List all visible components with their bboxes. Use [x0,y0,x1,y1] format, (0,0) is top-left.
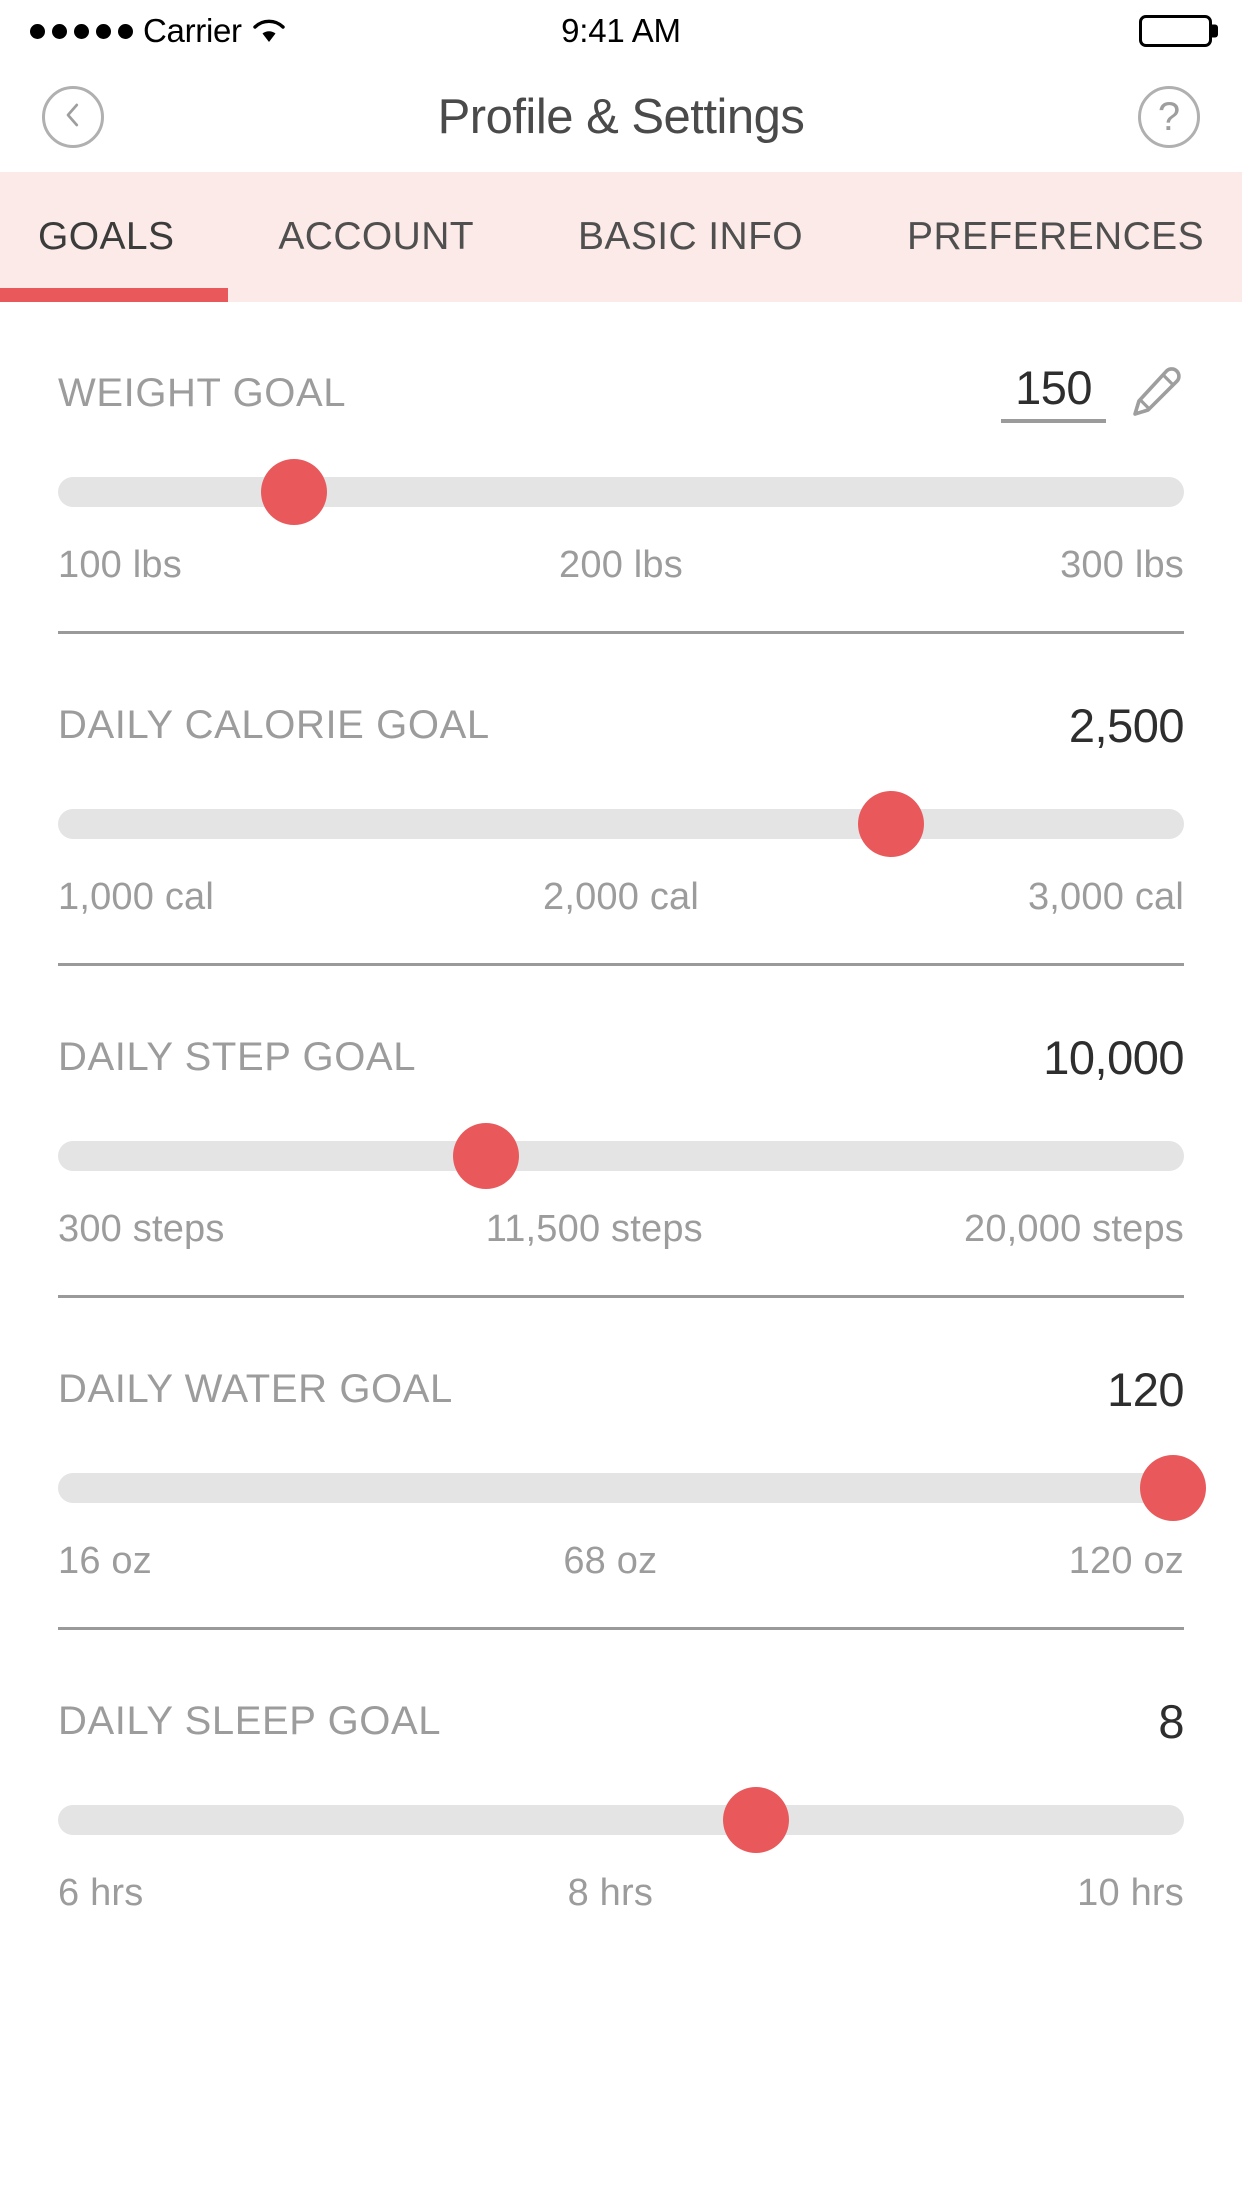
slider-scale-label: 200 lbs [559,544,683,586]
slider-track[interactable] [58,1473,1184,1503]
page-title: Profile & Settings [437,90,805,144]
goal-value-input[interactable]: 150 [1001,364,1106,423]
goal-slider[interactable] [58,1123,1184,1189]
goal-value: 8 [1158,1694,1184,1748]
slider-scale-label: 3,000 cal [1027,876,1184,918]
status-time: 9:41 AM [561,12,681,49]
goal-slider[interactable] [58,459,1184,525]
back-button[interactable] [42,86,104,148]
goal-row: DAILY STEP GOAL 10,000 300 steps 11,500 ste… [0,966,1242,1298]
goal-label: WEIGHT GOAL [58,370,347,415]
slider-scale-label: 6 hrs [58,1872,144,1914]
goal-slider[interactable] [58,1455,1206,1521]
slider-scale-label: 120 oz [1068,1540,1184,1582]
goal-label: DAILY CALORIE GOAL [58,702,490,747]
slider-track[interactable] [58,1141,1184,1171]
slider-scale-label: 1,000 cal [58,876,215,918]
goal-slider[interactable] [58,791,1184,857]
goal-value-group: 8 [1158,1694,1184,1749]
slider-scale: 6 hrs 8 hrs 10 hrs [58,1872,1184,1915]
slider-thumb[interactable] [261,459,328,525]
goal-value: 2,500 [1068,698,1185,752]
tab-account[interactable]: ACCOUNT [278,215,474,259]
goal-row: DAILY CALORIE GOAL 2,500 1,000 cal 2,000 ca… [0,634,1242,966]
slider-track[interactable] [58,1805,1184,1835]
slider-scale-label: 300 lbs [1060,544,1184,586]
slider-scale-label: 300 steps [58,1208,225,1250]
tab-basic-info[interactable]: BASIC INFO [578,215,803,259]
slider-thumb[interactable] [858,791,925,857]
goal-value: 10,000 [1043,1030,1184,1084]
goal-row: DAILY SLEEP GOAL 8 6 hrs 8 hrs 10 hrs [0,1630,1242,1915]
goal-row: WEIGHT GOAL 150 100 lbs 200 lbs 300 lbs [0,302,1242,634]
slider-thumb[interactable] [452,1123,519,1189]
slider-scale: 300 steps 11,500 steps 20,000 steps [58,1208,1184,1251]
goal-value-group: 10,000 [1043,1030,1184,1085]
goal-value-group: 2,500 [1068,698,1185,753]
slider-scale-label: 8 hrs [567,1872,654,1914]
slider-scale-label: 10 hrs [1077,1872,1184,1914]
slider-scale: 1,000 cal 2,000 cal 3,000 cal [58,876,1184,919]
nav-bar: Profile & Settings ? [0,62,1242,172]
active-tab-indicator [0,288,228,302]
help-button[interactable]: ? [1138,86,1200,148]
slider-track[interactable] [58,809,1184,839]
slider-scale-label: 16 oz [58,1540,152,1582]
goal-header: DAILY CALORIE GOAL 2,500 [58,692,1185,758]
slider-scale-label: 68 oz [563,1540,658,1582]
slider-track[interactable] [58,477,1184,507]
goal-value-group: 150 [1001,364,1184,423]
tab-goals[interactable]: GOALS [38,215,174,259]
question-mark-icon: ? [1157,95,1181,139]
tab-bar: GOALS ACCOUNT BASIC INFO PREFERENCES [0,172,1242,302]
battery-full-icon [1139,15,1218,47]
slider-scale-label: 2,000 cal [542,876,700,918]
chevron-left-icon [58,100,88,135]
status-bar-right [1139,15,1218,47]
status-bar: Carrier 9:41 AM [0,0,1242,62]
slider-scale: 100 lbs 200 lbs 300 lbs [58,544,1184,587]
goal-header: DAILY STEP GOAL 10,000 [58,1024,1184,1090]
goal-label: DAILY STEP GOAL [58,1034,417,1079]
slider-scale-label: 11,500 steps [485,1208,703,1250]
goal-value-group: 120 [1107,1362,1184,1417]
pencil-icon[interactable] [1128,365,1184,421]
goal-label: DAILY SLEEP GOAL [58,1698,442,1743]
slider-scale: 16 oz 68 oz 120 oz [58,1540,1184,1583]
goal-header: DAILY SLEEP GOAL 8 [58,1688,1184,1754]
slider-scale-label: 100 lbs [58,544,182,586]
tab-preferences[interactable]: PREFERENCES [907,215,1204,259]
goal-header: DAILY WATER GOAL 120 [58,1356,1184,1422]
goal-label: DAILY WATER GOAL [58,1366,453,1411]
goals-list: WEIGHT GOAL 150 100 lbs 200 lbs 300 lbs DAILY… [0,302,1242,1915]
goal-header: WEIGHT GOAL 150 [58,360,1184,426]
slider-thumb[interactable] [1139,1455,1206,1521]
goal-row: DAILY WATER GOAL 120 16 oz 68 oz 120 oz [0,1298,1242,1630]
slider-thumb[interactable] [723,1787,790,1853]
goal-value: 120 [1107,1362,1184,1416]
slider-scale-label: 20,000 steps [963,1208,1184,1250]
goal-slider[interactable] [58,1787,1184,1853]
tab-list: GOALS ACCOUNT BASIC INFO PREFERENCES [38,215,1204,259]
